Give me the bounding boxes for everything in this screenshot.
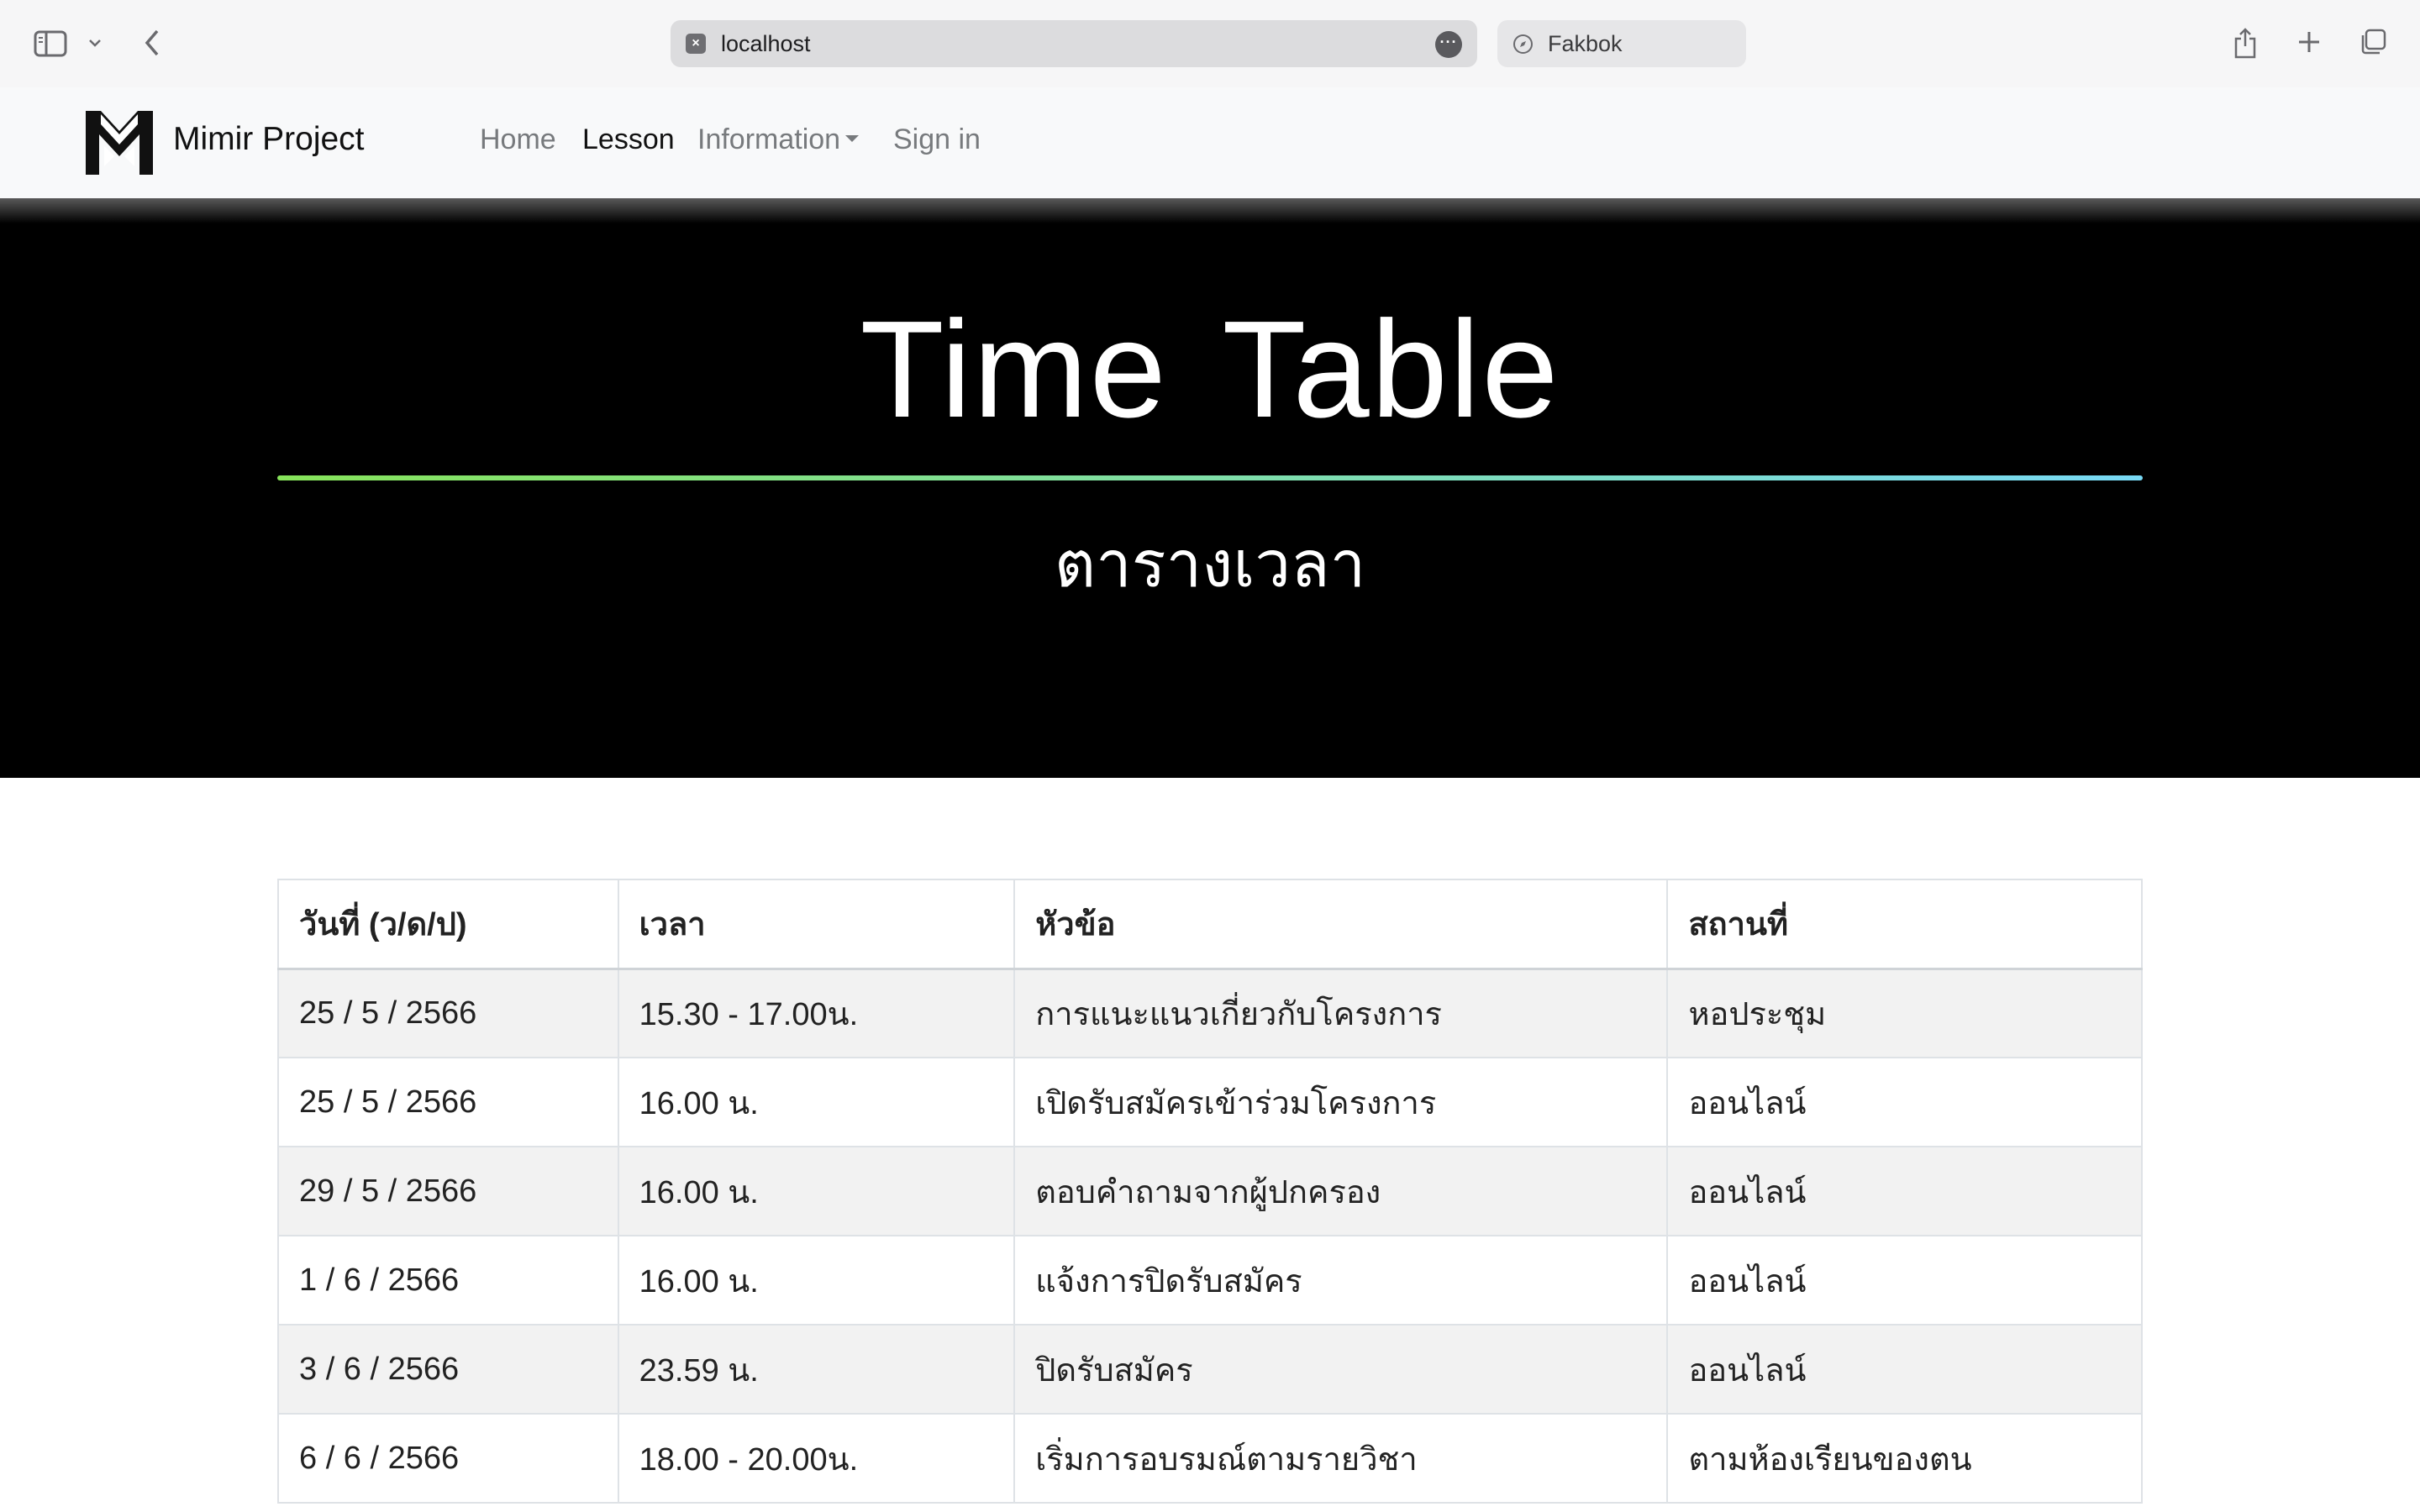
tab-title: Fakbok — [1548, 31, 1623, 56]
browser-tab[interactable]: Fakbok — [1497, 20, 1746, 67]
share-icon[interactable] — [2230, 24, 2260, 62]
brand-name[interactable]: Mimir Project — [173, 121, 365, 158]
cell-time: 23.59 น. — [617, 1324, 1016, 1415]
compass-icon — [1513, 34, 1533, 54]
table-row: 3 / 6 / 2566 23.59 น. ปิดรับสมัคร ออนไลน… — [277, 1324, 2143, 1415]
table-row: 25 / 5 / 2566 15.30 - 17.00น. การแนะแนวเ… — [277, 968, 2143, 1058]
cell-time: 16.00 น. — [617, 1146, 1016, 1236]
page-subtitle: ตารางเวลา — [1054, 529, 1366, 601]
tab-overview-icon[interactable] — [2356, 25, 2390, 59]
caret-down-icon — [845, 135, 860, 143]
nav-sign-in[interactable]: Sign in — [893, 123, 981, 156]
table-row: 1 / 6 / 2566 16.00 น. แจ้งการปิดรับสมัคร… — [277, 1235, 2143, 1326]
sidebar-toggle-icon[interactable] — [32, 27, 69, 60]
cell-topic: เริ่มการอบรมณ์ตามรายวิชา — [1013, 1413, 1669, 1504]
gradient-divider — [277, 475, 2143, 480]
cell-topic: เปิดรับสมัครเข้าร่วมโครงการ — [1013, 1057, 1669, 1147]
browser-toolbar: × localhost ··· Fakbok — [0, 0, 2420, 87]
cell-topic: การแนะแนวเกี่ยวกับโครงการ — [1013, 968, 1669, 1058]
cell-topic: ปิดรับสมัคร — [1013, 1324, 1669, 1415]
cell-location: ตามห้องเรียนของตน — [1666, 1413, 2143, 1504]
column-header-time: เวลา — [617, 879, 1016, 970]
cell-time: 15.30 - 17.00น. — [617, 968, 1016, 1058]
table-header-row: วันที่ (ว/ด/ป) เวลา หัวข้อ สถานที่ — [277, 879, 2143, 970]
timetable: วันที่ (ว/ด/ป) เวลา หัวข้อ สถานที่ 25 / … — [277, 879, 2143, 1504]
column-header-topic: หัวข้อ — [1013, 879, 1669, 970]
cell-time: 16.00 น. — [617, 1057, 1016, 1147]
nav-information-dropdown[interactable]: Information — [697, 123, 860, 156]
cell-location: ออนไลน์ — [1666, 1057, 2143, 1147]
site-navbar: Mimir Project Home Lesson Information Si… — [0, 87, 2420, 198]
cell-topic: แจ้งการปิดรับสมัคร — [1013, 1235, 1669, 1326]
cell-location: ออนไลน์ — [1666, 1324, 2143, 1415]
more-icon[interactable]: ··· — [1435, 31, 1462, 58]
cell-date: 6 / 6 / 2566 — [277, 1413, 619, 1504]
address-bar[interactable]: × localhost ··· — [671, 20, 1477, 67]
cell-time: 18.00 - 20.00น. — [617, 1413, 1016, 1504]
back-icon[interactable] — [139, 25, 165, 60]
mimir-logo-icon[interactable] — [84, 109, 155, 176]
cell-time: 16.00 น. — [617, 1235, 1016, 1326]
column-header-location: สถานที่ — [1666, 879, 2143, 970]
address-text: localhost — [721, 31, 811, 56]
table-row: 6 / 6 / 2566 18.00 - 20.00น. เริ่มการอบร… — [277, 1413, 2143, 1504]
page-title: Time Table — [860, 292, 1560, 446]
nav-home[interactable]: Home — [480, 123, 556, 156]
table-row: 25 / 5 / 2566 16.00 น. เปิดรับสมัครเข้าร… — [277, 1057, 2143, 1147]
cell-location: หอประชุม — [1666, 968, 2143, 1058]
navbar-shadow — [0, 198, 2420, 223]
cell-date: 25 / 5 / 2566 — [277, 968, 619, 1058]
cell-location: ออนไลน์ — [1666, 1235, 2143, 1326]
new-tab-icon[interactable] — [2294, 25, 2324, 59]
cell-location: ออนไลน์ — [1666, 1146, 2143, 1236]
chevron-down-icon[interactable] — [86, 32, 104, 54]
hero-banner: Time Table ตารางเวลา — [0, 198, 2420, 778]
nav-lesson[interactable]: Lesson — [582, 123, 675, 156]
cell-date: 3 / 6 / 2566 — [277, 1324, 619, 1415]
column-header-date: วันที่ (ว/ด/ป) — [277, 879, 619, 970]
cell-date: 1 / 6 / 2566 — [277, 1235, 619, 1326]
cell-date: 29 / 5 / 2566 — [277, 1146, 619, 1236]
cell-topic: ตอบคำถามจากผู้ปกครอง — [1013, 1146, 1669, 1236]
table-row: 29 / 5 / 2566 16.00 น. ตอบคำถามจากผู้ปกค… — [277, 1146, 2143, 1236]
tab-close-icon[interactable]: × — [686, 34, 706, 54]
nav-information-label: Information — [697, 123, 841, 155]
cell-date: 25 / 5 / 2566 — [277, 1057, 619, 1147]
